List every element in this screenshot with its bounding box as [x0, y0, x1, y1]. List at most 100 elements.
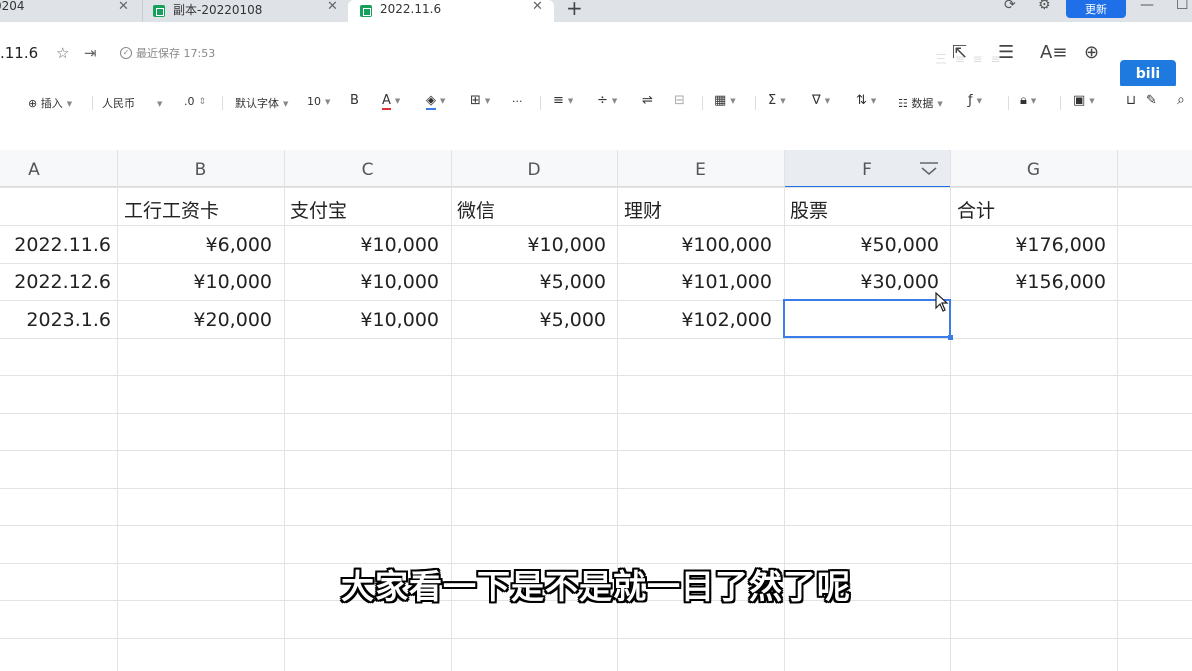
tab-copy-20220108[interactable]: 副本-20220108 ✕: [142, 0, 342, 22]
minimize-icon[interactable]: —: [1140, 0, 1154, 13]
table-cell[interactable]: ¥5,000: [540, 309, 606, 331]
merge-cells-icon: ⊟: [674, 93, 685, 108]
vertical-align-button[interactable]: ÷ ▼: [597, 93, 617, 108]
table-cell[interactable]: ¥5,000: [540, 271, 606, 293]
conditional-format-button[interactable]: ▦ ▼: [714, 93, 736, 108]
table-cell[interactable]: ¥10,000: [360, 234, 439, 256]
sum-button[interactable]: Σ ▼: [768, 93, 786, 108]
grid-line: [0, 450, 1192, 451]
merge-cells-button[interactable]: ⊟: [674, 93, 685, 108]
settings-icon[interactable]: ⚙: [1038, 0, 1051, 13]
header-cell[interactable]: 股票: [790, 196, 828, 223]
format-painter-icon: ✎: [1146, 93, 1157, 108]
decimal-stepper[interactable]: .0 ⇕: [184, 95, 206, 108]
column-header-E[interactable]: E: [617, 160, 784, 180]
header-cell[interactable]: 工行工资卡: [124, 196, 219, 223]
plugin-button[interactable]: ⊔: [1126, 93, 1136, 108]
table-cell[interactable]: ¥10,000: [193, 271, 272, 293]
table-cell[interactable]: 2023.1.6: [26, 309, 111, 331]
grid-line: [0, 225, 1192, 226]
table-cell[interactable]: ¥10,000: [360, 271, 439, 293]
font-label: 默认字体: [235, 97, 279, 110]
tab-0204[interactable]: 0204 ✕: [0, 0, 140, 22]
table-cell[interactable]: ¥6,000: [206, 234, 272, 256]
insert-button[interactable]: ⊕ 插入 ▼: [28, 95, 72, 111]
table-cell[interactable]: ¥50,000: [860, 234, 939, 256]
table-cell[interactable]: ¥101,000: [681, 271, 772, 293]
filter-button[interactable]: ∇ ▼: [812, 93, 830, 108]
table-cell[interactable]: ¥30,000: [860, 271, 939, 293]
tab-2022-11-6[interactable]: 2022.11.6 ✕: [348, 0, 554, 22]
close-icon[interactable]: ✕: [327, 0, 338, 14]
close-icon[interactable]: ✕: [118, 0, 129, 14]
borders-button[interactable]: ⊞ ▼: [470, 93, 490, 108]
align-button[interactable]: ≡ ▼: [553, 93, 573, 108]
refresh-icon[interactable]: ⟳: [1004, 0, 1016, 13]
column-header-G[interactable]: G: [950, 160, 1117, 180]
wrap-text-button[interactable]: ⇌: [642, 93, 653, 108]
column-header-A[interactable]: A: [0, 160, 68, 180]
font-family-select[interactable]: 默认字体 ▼: [235, 95, 288, 111]
font-size-select[interactable]: 10 ▼: [307, 95, 330, 108]
brush-button[interactable]: ✎: [1146, 93, 1157, 108]
sort-button[interactable]: ⇅ ▼: [856, 93, 876, 108]
new-tab-icon[interactable]: +: [566, 0, 583, 20]
table-cell[interactable]: ¥102,000: [681, 309, 772, 331]
data-icon: ☷: [898, 97, 908, 110]
toolbar-divider: [1008, 96, 1009, 110]
data-menu-button[interactable]: ☷ 数据 ▼: [898, 95, 943, 111]
grid-line: [0, 300, 1192, 301]
filter-dropdown-icon[interactable]: [918, 160, 940, 178]
move-to-folder-icon[interactable]: ⇥: [84, 44, 97, 62]
table-cell[interactable]: ¥100,000: [681, 234, 772, 256]
vertical-align-icon: ÷: [597, 93, 608, 108]
header-cell[interactable]: 微信: [457, 196, 495, 223]
header-cell[interactable]: 合计: [957, 196, 995, 223]
toolbar-divider: [755, 96, 756, 110]
header-cell[interactable]: 支付宝: [290, 196, 347, 223]
freeze-panes-icon: ▣: [1073, 93, 1086, 108]
text-format-icon[interactable]: A≡: [1040, 42, 1067, 63]
table-cell[interactable]: 2022.12.6: [14, 271, 111, 293]
search-icon: ⌕: [1177, 92, 1185, 108]
table-cell[interactable]: ¥156,000: [1015, 271, 1106, 293]
update-button[interactable]: 更新: [1066, 0, 1126, 18]
bold-button[interactable]: B: [350, 93, 359, 108]
fill-handle[interactable]: [948, 335, 953, 340]
document-title[interactable]: .11.6: [0, 44, 38, 62]
selected-cell-F4[interactable]: [783, 299, 951, 338]
grid-line: [0, 488, 1192, 489]
data-label: 数据: [911, 97, 934, 110]
currency-label: 人民币: [102, 97, 135, 110]
toolbar-divider: [92, 96, 93, 110]
table-cell[interactable]: ¥10,000: [527, 234, 606, 256]
tab-label: 0204: [0, 0, 25, 13]
table-cell[interactable]: 2022.11.6: [14, 234, 111, 256]
column-header-B[interactable]: B: [117, 160, 284, 180]
font-color-button[interactable]: A ▼: [382, 93, 400, 110]
search-button[interactable]: ⌕: [1177, 92, 1185, 108]
table-cell[interactable]: ¥176,000: [1015, 234, 1106, 256]
collaborator-icon[interactable]: ⊕: [1084, 42, 1099, 63]
fill-color-button[interactable]: ◈ ▼: [426, 93, 445, 110]
header-cell[interactable]: 理财: [624, 196, 662, 223]
lock-button[interactable]: 🔒︎ ▼: [1020, 93, 1036, 108]
freeze-button[interactable]: ▣ ▼: [1073, 93, 1095, 108]
currency-format-select[interactable]: 人民币 ▼: [102, 95, 162, 111]
document-header: .11.6 ☆ ⇥ ✓ 最近保存 17:53 三 ≡ ≡ ≡ ⇱ ☰ A≡ ⊕ …: [0, 22, 1192, 88]
share-icon[interactable]: ⇱: [952, 42, 967, 63]
column-header-C[interactable]: C: [284, 160, 451, 180]
grid-line: [0, 525, 1192, 526]
formula-button[interactable]: ƒ ▼: [968, 93, 982, 108]
insert-label: 插入: [40, 97, 63, 110]
maximize-icon[interactable]: ☐: [1176, 0, 1189, 13]
grid-line: [0, 338, 1192, 339]
column-header-D[interactable]: D: [451, 160, 617, 180]
more-options-button[interactable]: ···: [512, 95, 523, 108]
star-icon[interactable]: ☆: [56, 44, 69, 62]
table-cell[interactable]: ¥20,000: [193, 309, 272, 331]
close-icon[interactable]: ✕: [532, 0, 543, 14]
wrap-text-icon: ⇌: [642, 93, 653, 108]
menu-icon[interactable]: ☰: [998, 42, 1014, 63]
table-cell[interactable]: ¥10,000: [360, 309, 439, 331]
